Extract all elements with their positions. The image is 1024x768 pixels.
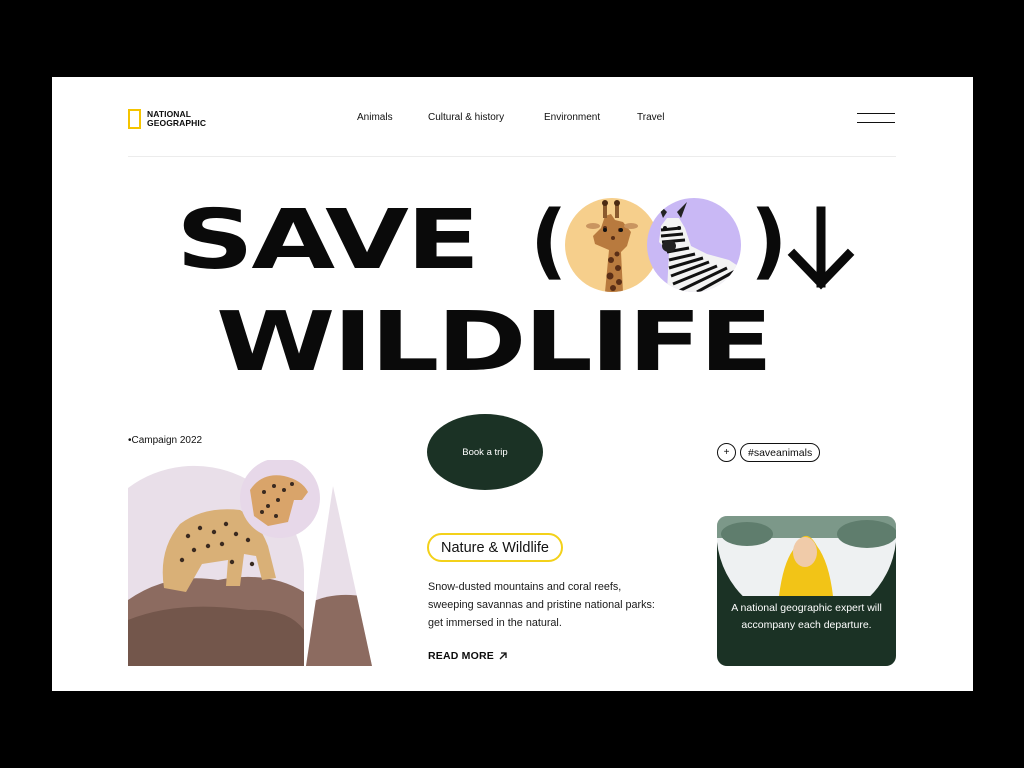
arrow-up-right-icon [499, 652, 507, 660]
nav-animals[interactable]: Animals [357, 112, 393, 123]
campaign-label: •Campaign 2022 [128, 435, 203, 446]
section-title-pill: Nature & Wildlife [427, 533, 563, 562]
giraffe-image [565, 198, 659, 292]
book-trip-button[interactable]: Book a trip [427, 414, 543, 490]
nav-travel[interactable]: Travel [637, 112, 664, 123]
landing-page: NATIONAL GEOGRAPHIC Animals Cultural & h… [52, 77, 973, 691]
header-divider [128, 156, 896, 157]
hamburger-menu-button[interactable] [857, 113, 897, 125]
zebra-image [647, 198, 741, 292]
logo-line-2: GEOGRAPHIC [147, 118, 207, 128]
hero-close-paren: ) [750, 194, 788, 289]
plus-icon[interactable]: + [717, 443, 736, 462]
expert-card-text: A national geographic expert will accomp… [731, 602, 882, 631]
arrow-down-icon [787, 206, 855, 290]
hero-wildlife: WILDLIFE [216, 295, 773, 390]
expert-card: A national geographic expert will accomp… [717, 516, 896, 666]
read-more-label: READ MORE [428, 650, 494, 662]
read-more-link[interactable]: READ MORE [428, 650, 508, 662]
hamburger-icon [857, 113, 895, 115]
nav-cultural-history[interactable]: Cultural & history [428, 112, 504, 123]
nat-geo-logo[interactable]: NATIONAL GEOGRAPHIC [128, 109, 206, 129]
hero-save: SAVE [176, 193, 480, 288]
expert-photo [717, 516, 896, 596]
cheetah-image [128, 458, 372, 666]
yellow-border-icon [128, 109, 141, 129]
nav-environment[interactable]: Environment [544, 112, 600, 123]
section-description: Snow-dusted mountains and coral reefs, s… [428, 581, 655, 629]
hero-open-paren: ( [530, 194, 568, 289]
hashtag-pill[interactable]: #saveanimals [740, 443, 821, 462]
